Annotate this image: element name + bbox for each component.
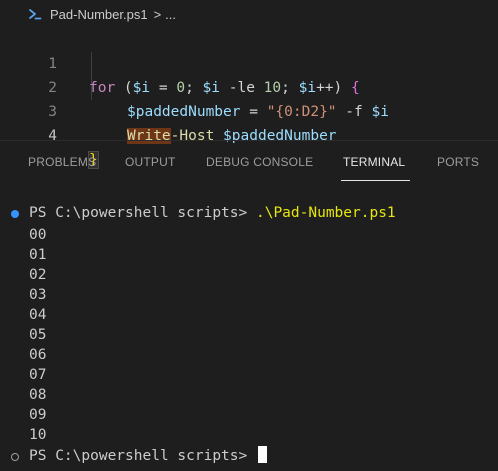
terminal-output-line: 08 [29,387,47,403]
tab-ports[interactable]: PORTS [437,155,479,169]
terminal-output-line: 06 [29,347,47,363]
terminal-output-line: 01 [29,247,47,263]
chevron-right-icon: > [153,6,162,22]
code-line: 1 for ($i = 0; $i -le 10; $i++) { [0,28,498,96]
breadcrumb: Pad-Number.ps1 > ... [0,0,498,28]
terminal-output-line: 03 [29,287,47,303]
code-editor[interactable]: 1 for ($i = 0; $i -le 10; $i++) { 2 $pad… [0,28,498,169]
code-line: 4 } [0,100,498,169]
tab-problems[interactable]: PROBLEMS [28,155,96,169]
tab-debug-console[interactable]: DEBUG CONSOLE [206,155,313,169]
tab-output[interactable]: OUTPUT [125,155,176,169]
powershell-file-icon [28,7,42,21]
command-success-icon[interactable] [11,210,19,218]
terminal-output-line: 00 [29,227,47,243]
code-line: 2 $paddedNumber = "{0:D2}" -f $i [0,52,498,120]
panel-tabs: PROBLEMS OUTPUT DEBUG CONSOLE TERMINAL P… [0,141,498,183]
vscode-window: Pad-Number.ps1 > ... 1 for ($i = 0; $i -… [0,0,498,471]
terminal-output-line: 10 [29,427,47,443]
terminal-command: .\Pad-Number.ps1 [255,205,396,221]
tab-terminal[interactable]: TERMINAL [343,155,405,169]
terminal-output-line: 09 [29,407,47,423]
terminal-prompt: PS C:\powershell scripts> [29,205,256,221]
terminal-output-line: 02 [29,267,47,283]
active-tab-indicator [341,180,410,181]
breadcrumb-ellipsis[interactable]: ... [165,7,176,22]
terminal-output-line: 07 [29,367,47,383]
breadcrumb-file[interactable]: Pad-Number.ps1 [50,7,148,22]
terminal-current-prompt: PS C:\powershell scripts> [29,446,267,466]
terminal-prompt: PS C:\powershell scripts> [29,448,256,464]
code-line: 3 Write-Host $paddedNumber [0,76,498,144]
terminal-output-line: 04 [29,307,47,323]
terminal-output-line: 05 [29,327,47,343]
terminal-command-line: PS C:\powershell scripts> .\Pad-Number.p… [29,203,396,223]
terminal-cursor [257,446,267,463]
command-pending-icon[interactable] [11,453,19,461]
